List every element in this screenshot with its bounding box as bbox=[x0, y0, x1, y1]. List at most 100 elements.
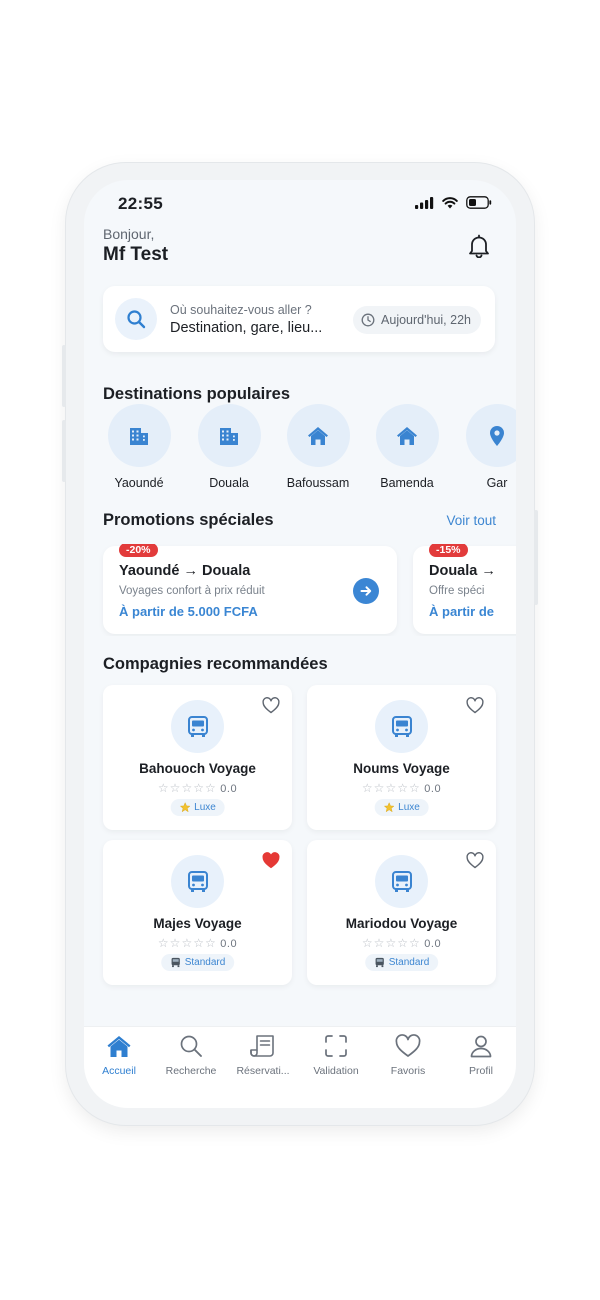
nav-item-recherche[interactable]: Recherche bbox=[155, 1031, 227, 1077]
arrow-right-icon[interactable] bbox=[353, 578, 379, 604]
promo-price: À partir de 5.000 FCFA bbox=[119, 604, 258, 619]
bus-icon bbox=[171, 700, 224, 753]
destination-label: Gar bbox=[486, 476, 508, 490]
nav-label: Recherche bbox=[165, 1065, 217, 1077]
category-tag: Standard bbox=[160, 954, 235, 971]
nav-item-accueil[interactable]: Accueil bbox=[84, 1031, 155, 1077]
company-card[interactable]: Majes Voyage ☆☆☆☆☆ 0.0 Standard bbox=[103, 840, 292, 985]
bus-icon bbox=[171, 855, 224, 908]
bell-icon[interactable] bbox=[468, 234, 490, 263]
scan-icon bbox=[300, 1031, 372, 1061]
rating-value: 0.0 bbox=[424, 938, 442, 950]
home-icon bbox=[286, 404, 350, 467]
city-icon bbox=[107, 404, 171, 467]
bus-small-icon bbox=[171, 957, 180, 968]
promotions-title: Promotions spéciales bbox=[103, 511, 274, 529]
promo-price: À partir de bbox=[429, 604, 495, 619]
destination-label: Yaoundé bbox=[114, 476, 164, 490]
user-icon bbox=[445, 1031, 516, 1061]
rating-stars: ☆☆☆☆☆ bbox=[157, 936, 217, 950]
status-time: 22:55 bbox=[118, 194, 163, 213]
see-all-link[interactable]: Voir tout bbox=[446, 513, 496, 528]
company-rating: ☆☆☆☆☆ 0.0 bbox=[307, 781, 496, 795]
destination-bamenda[interactable]: Bamenda bbox=[362, 404, 452, 490]
category-label: Standard bbox=[388, 957, 430, 968]
discount-badge: -20% bbox=[119, 544, 158, 557]
clock-icon bbox=[361, 313, 375, 327]
home-icon bbox=[84, 1031, 155, 1061]
category-label: Luxe bbox=[194, 802, 216, 813]
rating-stars: ☆☆☆☆☆ bbox=[157, 781, 217, 795]
category-label: Luxe bbox=[398, 802, 420, 813]
search-hint: Où souhaitez-vous aller ? bbox=[170, 303, 312, 317]
category-label: Standard bbox=[184, 957, 226, 968]
status-icons bbox=[415, 196, 492, 209]
destination-douala[interactable]: Douala bbox=[184, 404, 274, 490]
nav-label: Favoris bbox=[390, 1065, 426, 1077]
star-badge-icon bbox=[179, 802, 191, 813]
date-selector[interactable]: Aujourd'hui, 22h bbox=[353, 306, 481, 334]
rating-value: 0.0 bbox=[424, 783, 442, 795]
rating-stars: ☆☆☆☆☆ bbox=[361, 781, 421, 795]
destination-label: Bafoussam bbox=[286, 476, 350, 490]
destination-label: Bamenda bbox=[380, 476, 434, 490]
destinations-list: Yaoundé Douala Bafoussam Bamenda Gar bbox=[84, 404, 516, 494]
rating-value: 0.0 bbox=[220, 938, 238, 950]
search-icon bbox=[155, 1031, 227, 1061]
nav-item-profil[interactable]: Profil bbox=[445, 1031, 516, 1077]
heart-outline-icon[interactable] bbox=[466, 697, 484, 719]
company-rating: ☆☆☆☆☆ 0.0 bbox=[307, 936, 496, 950]
nav-label: Accueil bbox=[102, 1065, 136, 1077]
promo-card[interactable]: -15% Douala → Offre spéci À partir de bbox=[413, 544, 516, 634]
rating-value: 0.0 bbox=[220, 783, 238, 795]
nav-item-reservations[interactable]: Réservati... bbox=[227, 1031, 299, 1077]
date-label: Aujourd'hui, 22h bbox=[381, 313, 471, 327]
destination-label: Douala bbox=[209, 476, 249, 490]
signal-icon bbox=[415, 196, 434, 209]
greeting-text: Bonjour, bbox=[103, 226, 155, 242]
nav-label: Validation bbox=[313, 1065, 359, 1077]
destinations-title: Destinations populaires bbox=[103, 385, 291, 403]
company-card[interactable]: Bahouoch Voyage ☆☆☆☆☆ 0.0 Luxe bbox=[103, 685, 292, 830]
company-name: Mariodou Voyage bbox=[345, 916, 458, 931]
search-icon bbox=[115, 298, 157, 340]
category-tag: Standard bbox=[364, 954, 439, 971]
category-tag: Luxe bbox=[374, 799, 429, 816]
city-icon bbox=[197, 404, 261, 467]
search-card[interactable]: Où souhaitez-vous aller ? Destination, g… bbox=[103, 286, 495, 352]
promo-route: Yaoundé → Douala bbox=[119, 563, 251, 579]
promo-description: Voyages confort à prix réduit bbox=[119, 585, 265, 597]
company-name: Majes Voyage bbox=[153, 916, 242, 931]
company-rating: ☆☆☆☆☆ 0.0 bbox=[103, 936, 292, 950]
promotions-list: -20% Yaoundé → Douala Voyages confort à … bbox=[84, 544, 516, 636]
promo-description: Offre spéci bbox=[429, 585, 485, 597]
heart-outline-icon[interactable] bbox=[466, 852, 484, 874]
volume-button bbox=[62, 345, 66, 407]
nav-item-validation[interactable]: Validation bbox=[300, 1031, 372, 1077]
receipt-icon bbox=[227, 1031, 299, 1061]
bus-small-icon bbox=[375, 957, 384, 968]
volume-button bbox=[62, 420, 66, 482]
companies-title: Compagnies recommandées bbox=[103, 655, 328, 673]
destination-yaounde[interactable]: Yaoundé bbox=[94, 404, 184, 490]
promo-route: Douala → bbox=[429, 563, 496, 579]
heart-icon bbox=[372, 1031, 444, 1061]
nav-label: Profil bbox=[469, 1065, 493, 1077]
bus-icon bbox=[375, 700, 428, 753]
destination-bafoussam[interactable]: Bafoussam bbox=[273, 404, 363, 490]
company-card[interactable]: Mariodou Voyage ☆☆☆☆☆ 0.0 Standard bbox=[307, 840, 496, 985]
app-screen: 22:55 Bonjour, Mf Test Où souhaitez-vous… bbox=[84, 180, 516, 1108]
battery-icon bbox=[466, 196, 492, 209]
company-rating: ☆☆☆☆☆ 0.0 bbox=[103, 781, 292, 795]
home-icon bbox=[375, 404, 439, 467]
heart-filled-icon[interactable] bbox=[262, 852, 280, 874]
heart-outline-icon[interactable] bbox=[262, 697, 280, 719]
location-pin-icon bbox=[465, 404, 516, 467]
nav-item-favoris[interactable]: Favoris bbox=[372, 1031, 444, 1077]
destination-partial[interactable]: Gar bbox=[452, 404, 516, 490]
search-input[interactable]: Destination, gare, lieu... bbox=[170, 320, 342, 336]
company-card[interactable]: Noums Voyage ☆☆☆☆☆ 0.0 Luxe bbox=[307, 685, 496, 830]
promo-card[interactable]: -20% Yaoundé → Douala Voyages confort à … bbox=[103, 544, 397, 634]
bus-icon bbox=[375, 855, 428, 908]
star-badge-icon bbox=[383, 802, 395, 813]
